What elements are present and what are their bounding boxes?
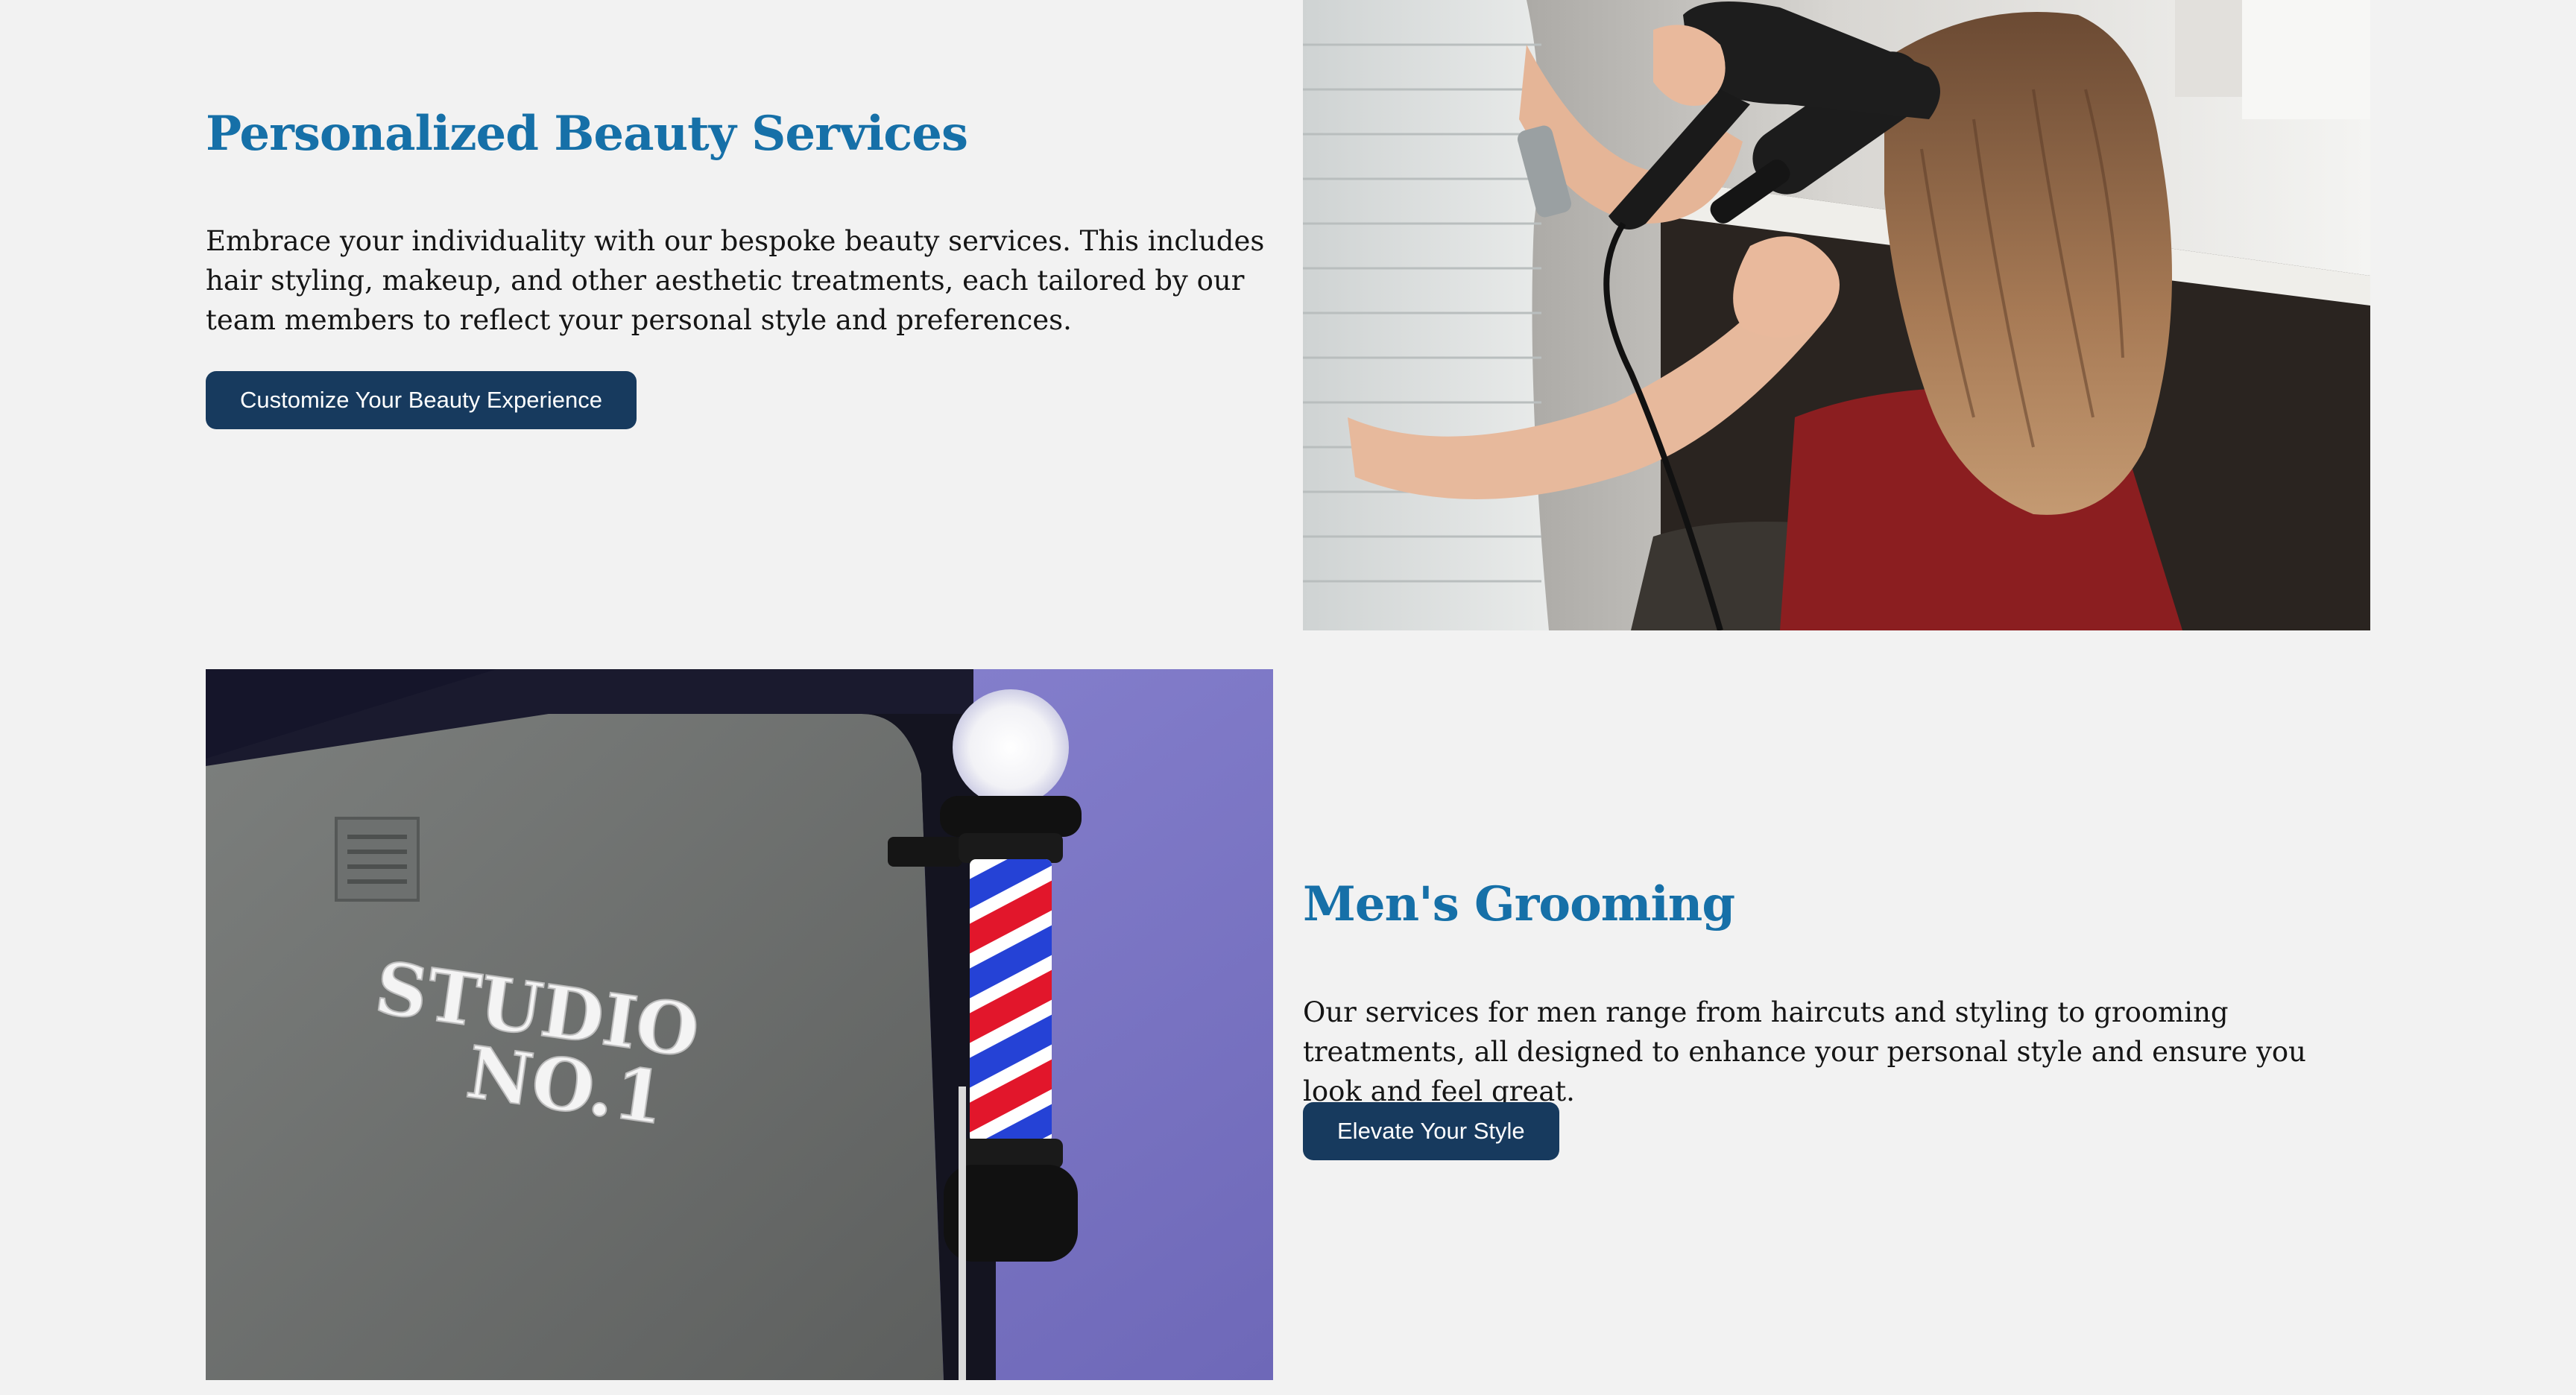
beauty-services-title: Personalized Beauty Services [206, 106, 968, 162]
barber-pole-photo: STUDIO NO.1 [206, 669, 1273, 1380]
mens-grooming-description: Our services for men range from haircuts… [1303, 996, 2307, 1107]
hair-styling-photo [1303, 0, 2370, 630]
beauty-services-description: Embrace your individuality with our besp… [206, 225, 1265, 336]
mens-grooming-title: Men's Grooming [1303, 876, 1735, 932]
customize-beauty-button[interactable]: Customize Your Beauty Experience [206, 371, 637, 429]
elevate-style-button[interactable]: Elevate Your Style [1303, 1102, 1559, 1160]
